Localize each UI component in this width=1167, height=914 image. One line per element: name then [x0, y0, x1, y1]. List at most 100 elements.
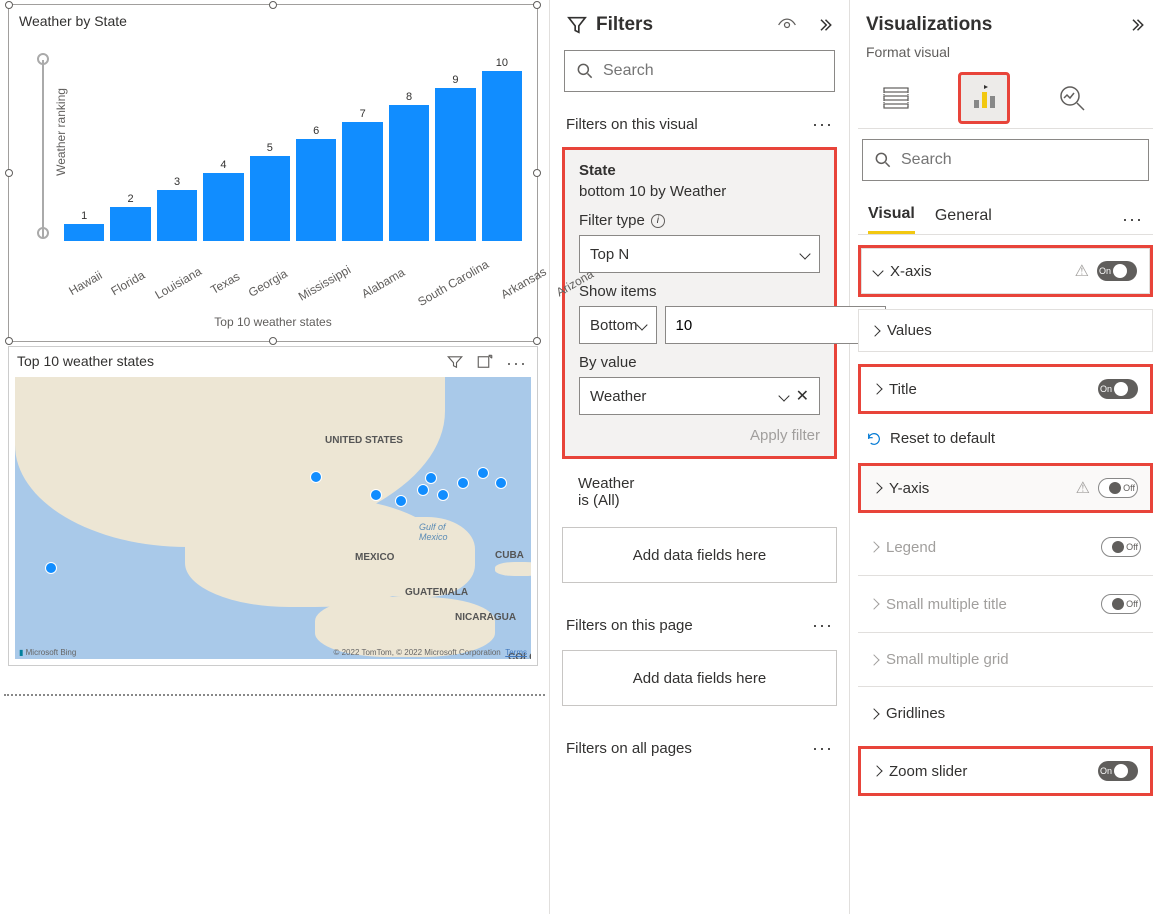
map-body[interactable]: UNITED STATES MEXICO CUBA GUATEMALA NICA… [15, 377, 531, 659]
resize-handle[interactable] [269, 1, 277, 9]
bar[interactable] [342, 122, 382, 241]
map-point[interactable] [457, 477, 469, 489]
map-terms-link[interactable]: Terms [505, 648, 527, 657]
apply-filter-button[interactable]: Apply filter [579, 427, 820, 444]
bar[interactable] [482, 71, 522, 241]
bar-label: 5 [267, 142, 273, 154]
map-visual[interactable]: Top 10 weather states ··· UNITED STATES … [8, 346, 538, 666]
format-search[interactable] [862, 139, 1149, 181]
format-section-values[interactable]: Values [858, 309, 1153, 352]
legend-toggle: Off [1101, 537, 1141, 557]
y-axis-slider-min[interactable] [37, 227, 49, 239]
bar[interactable] [435, 88, 475, 241]
resize-handle[interactable] [269, 337, 277, 345]
format-section-zoom[interactable]: Zoom slider On [858, 746, 1153, 796]
map-point[interactable] [310, 471, 322, 483]
canvas-divider [4, 694, 545, 696]
bar[interactable] [64, 224, 104, 241]
bar-chart-visual[interactable]: Weather by State Weather ranking 1 2 3 4… [8, 4, 538, 342]
info-icon[interactable]: i [651, 214, 665, 228]
map-point[interactable] [370, 489, 382, 501]
format-visual-tab[interactable] [958, 72, 1010, 124]
bar-label: 10 [496, 57, 508, 69]
add-fields-well-visual[interactable]: Add data fields here [562, 527, 837, 583]
format-section-gridlines[interactable]: Gridlines [858, 693, 1153, 734]
show-hide-icon[interactable] [777, 15, 797, 35]
resize-handle[interactable] [533, 169, 541, 177]
chevron-right-icon [868, 541, 879, 552]
filter-card-state[interactable]: State bottom 10 by Weather Filter type i… [562, 147, 837, 459]
map-country-label: NICARAGUA [455, 612, 516, 623]
section-more-icon[interactable]: ··· [812, 114, 833, 135]
map-point[interactable] [417, 484, 429, 496]
build-visual-tab[interactable] [870, 72, 922, 124]
chevron-right-icon [871, 383, 882, 394]
collapse-pane-icon[interactable] [1127, 16, 1145, 34]
format-section-small-mult-title: Small multiple title Off [858, 582, 1153, 626]
show-items-direction-select[interactable]: Bottom [579, 306, 657, 344]
section-more-icon[interactable]: ··· [812, 615, 833, 636]
tab-general[interactable]: General [935, 207, 992, 233]
map-point[interactable] [45, 562, 57, 574]
filters-search[interactable] [564, 50, 835, 92]
format-search-input[interactable] [901, 151, 1138, 169]
resize-handle[interactable] [5, 337, 13, 345]
reset-to-default[interactable]: Reset to default [850, 420, 1161, 457]
zoom-toggle[interactable]: On [1098, 761, 1138, 781]
resize-handle[interactable] [533, 337, 541, 345]
bar[interactable] [157, 190, 197, 241]
bar[interactable] [296, 139, 336, 241]
chevron-down-icon[interactable] [778, 390, 789, 401]
map-point[interactable] [477, 467, 489, 479]
yaxis-toggle[interactable]: Off [1098, 478, 1138, 498]
format-section-yaxis[interactable]: Y-axis ⚠ Off [858, 463, 1153, 513]
section-more-icon[interactable]: ··· [812, 738, 833, 759]
format-section-title[interactable]: Title On [858, 364, 1153, 414]
filters-pane: Filters Filters on this visual ··· State… [550, 0, 850, 914]
map-point[interactable] [437, 489, 449, 501]
map-point[interactable] [425, 472, 437, 484]
map-country-label: MEXICO [355, 552, 394, 563]
collapse-pane-icon[interactable] [815, 16, 833, 34]
chevron-down-icon [872, 265, 883, 276]
filter-icon[interactable] [446, 353, 464, 374]
map-point[interactable] [495, 477, 507, 489]
warning-icon: ⚠ [1076, 478, 1090, 498]
format-section-xaxis[interactable]: X-axis ⚠ On [861, 248, 1150, 294]
small-mult-title-toggle: Off [1101, 594, 1141, 614]
chevron-right-icon [868, 598, 879, 609]
y-axis-slider-max[interactable] [37, 53, 49, 65]
x-tick: Georgia [246, 266, 290, 299]
focus-mode-icon[interactable] [476, 353, 494, 374]
resize-handle[interactable] [533, 1, 541, 9]
bar[interactable] [389, 105, 429, 241]
map-logo: ▮ Microsoft Bing [19, 648, 76, 657]
map-point[interactable] [395, 495, 407, 507]
analytics-tab[interactable] [1046, 72, 1098, 124]
tab-visual[interactable]: Visual [868, 205, 915, 234]
add-fields-well-page[interactable]: Add data fields here [562, 650, 837, 706]
filter-card-weather[interactable]: Weather is (All) [562, 467, 837, 517]
bar[interactable] [203, 173, 243, 241]
chevron-right-icon [868, 654, 879, 665]
filter-type-label: Filter type [579, 212, 645, 229]
chevron-right-icon [871, 765, 882, 776]
title-toggle[interactable]: On [1098, 379, 1138, 399]
by-value-field-well[interactable]: Weather ✕ [579, 377, 820, 415]
clear-field-icon[interactable]: ✕ [796, 386, 809, 406]
format-visual-subhead: Format visual [850, 38, 1161, 66]
show-items-label: Show items [579, 283, 820, 300]
resize-handle[interactable] [5, 169, 13, 177]
xaxis-toggle[interactable]: On [1097, 261, 1137, 281]
filter-type-select[interactable]: Top N [579, 235, 820, 273]
bar[interactable] [110, 207, 150, 241]
resize-handle[interactable] [5, 1, 13, 9]
bar-label: 2 [128, 193, 134, 205]
chevron-down-icon [636, 319, 647, 330]
filters-search-input[interactable] [603, 62, 824, 80]
tabs-more-icon[interactable]: ··· [1122, 209, 1143, 230]
bar-label: 4 [220, 159, 226, 171]
more-options-icon[interactable]: ··· [506, 353, 527, 374]
bar[interactable] [250, 156, 290, 241]
y-axis-slider[interactable] [42, 60, 44, 238]
